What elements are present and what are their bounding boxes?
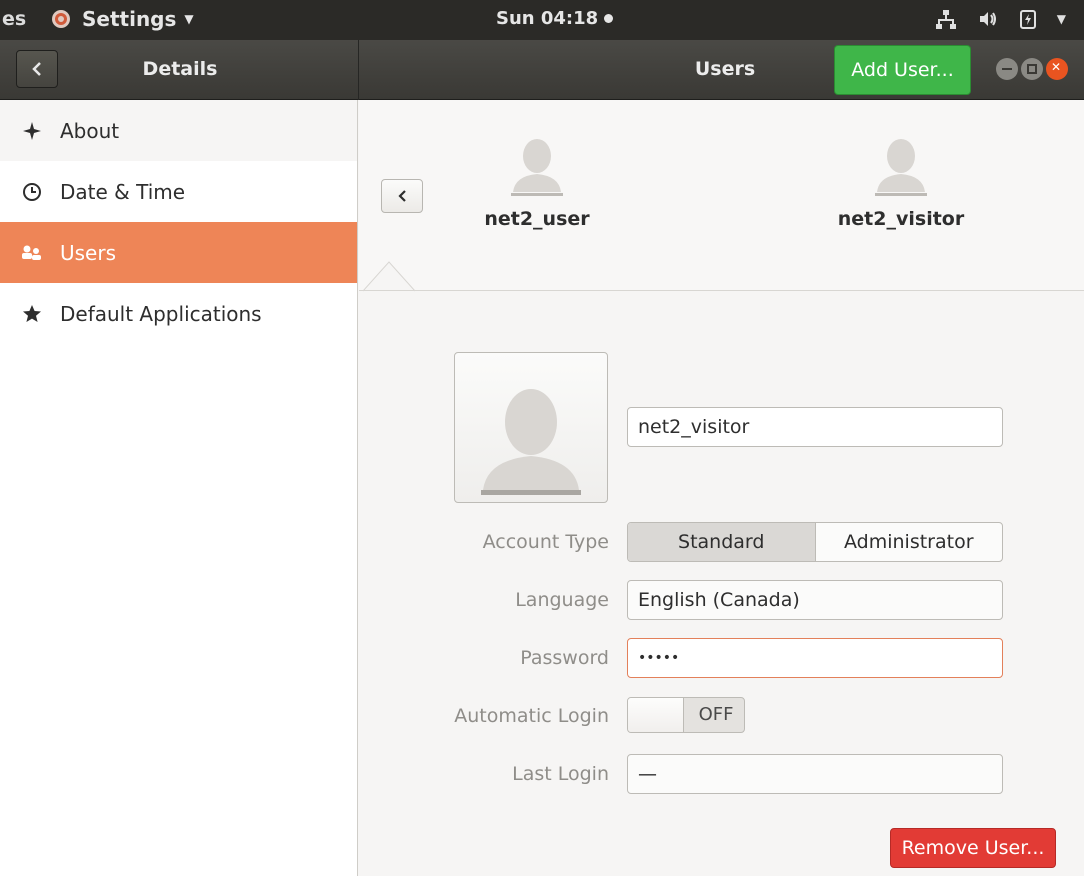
chevron-left-icon	[32, 62, 41, 76]
full-name-field[interactable]: net2_visitor	[627, 407, 1003, 447]
selection-arrow	[363, 261, 416, 292]
user-carousel: net2_user net2_visitor	[359, 100, 1084, 292]
account-type-switch: Standard Administrator	[627, 522, 1003, 562]
account-type-administrator-button[interactable]: Administrator	[816, 523, 1003, 561]
automatic-login-toggle[interactable]: OFF	[627, 697, 745, 733]
chevron-down-icon: ▼	[184, 12, 194, 26]
password-label: Password	[520, 647, 609, 669]
clock-icon	[20, 182, 44, 202]
settings-app-icon	[52, 10, 70, 28]
sparkle-icon	[20, 121, 44, 141]
header-bar: Details Users Add User...	[0, 40, 1084, 100]
back-button[interactable]	[16, 50, 58, 88]
clock[interactable]: Sun 04:18	[496, 8, 614, 29]
account-type-label: Account Type	[482, 531, 609, 553]
volume-icon	[979, 12, 996, 26]
users-panel: net2_user net2_visitor net2_visitor Acco…	[359, 100, 1084, 876]
add-user-button[interactable]: Add User...	[834, 45, 971, 95]
user-name-label: net2_user	[484, 208, 590, 230]
user-name-label: net2_visitor	[837, 208, 965, 230]
sidebar-item-about[interactable]: About	[0, 100, 357, 161]
users-icon	[20, 243, 44, 263]
sidebar-item-default-applications[interactable]: Default Applications	[0, 283, 357, 344]
user-card-net2-visitor[interactable]: net2_visitor	[801, 136, 1001, 230]
user-avatar-icon	[481, 389, 581, 495]
activities-button[interactable]: es	[2, 8, 26, 30]
automatic-login-label: Automatic Login	[454, 705, 609, 727]
account-type-standard-button[interactable]: Standard	[628, 523, 816, 561]
last-login-label: Last Login	[512, 763, 609, 785]
language-button[interactable]: English (Canada)	[627, 580, 1003, 620]
sidebar-item-label: About	[60, 118, 120, 143]
carousel-back-button[interactable]	[381, 179, 423, 213]
app-menu-label: Settings	[82, 7, 177, 31]
sidebar-item-label: Default Applications	[60, 301, 262, 326]
sidebar-item-users[interactable]: Users	[0, 222, 357, 283]
minimize-button[interactable]	[996, 58, 1018, 80]
app-menu[interactable]: Settings ▼	[50, 7, 194, 31]
notification-dot-icon	[604, 14, 614, 23]
user-avatar-icon	[437, 136, 637, 198]
remove-user-button[interactable]: Remove User...	[890, 828, 1056, 868]
sidebar: About Date & Time Users Default Applicat…	[0, 100, 358, 876]
user-card-net2-user[interactable]: net2_user	[437, 136, 637, 230]
last-login-button[interactable]: —	[627, 754, 1003, 794]
page-title: Users	[694, 58, 756, 80]
maximize-button[interactable]	[1021, 58, 1043, 80]
system-menu-caret-icon: ▼	[1056, 12, 1066, 26]
carousel-divider	[359, 290, 1084, 291]
user-avatar-icon	[801, 136, 1001, 198]
panel-title: Details	[142, 58, 218, 80]
close-button[interactable]	[1046, 58, 1068, 80]
chevron-left-icon	[398, 190, 406, 202]
clock-label: Sun 04:18	[496, 8, 599, 29]
sidebar-item-label: Date & Time	[60, 179, 186, 204]
user-photo-button[interactable]	[454, 352, 608, 503]
language-label: Language	[515, 589, 609, 611]
toggle-knob	[628, 698, 684, 732]
sidebar-item-date-time[interactable]: Date & Time	[0, 161, 357, 222]
sidebar-item-label: Users	[60, 240, 117, 265]
system-tray[interactable]: ▼	[935, 8, 1066, 30]
header-divider	[358, 40, 359, 100]
battery-icon	[1019, 10, 1036, 29]
toggle-state-label: OFF	[698, 704, 734, 725]
password-button[interactable]: •••••	[627, 638, 1003, 678]
star-icon	[20, 304, 44, 324]
top-panel: es Settings ▼ Sun 04:18 ▼	[0, 0, 1084, 40]
network-icon	[935, 10, 956, 29]
